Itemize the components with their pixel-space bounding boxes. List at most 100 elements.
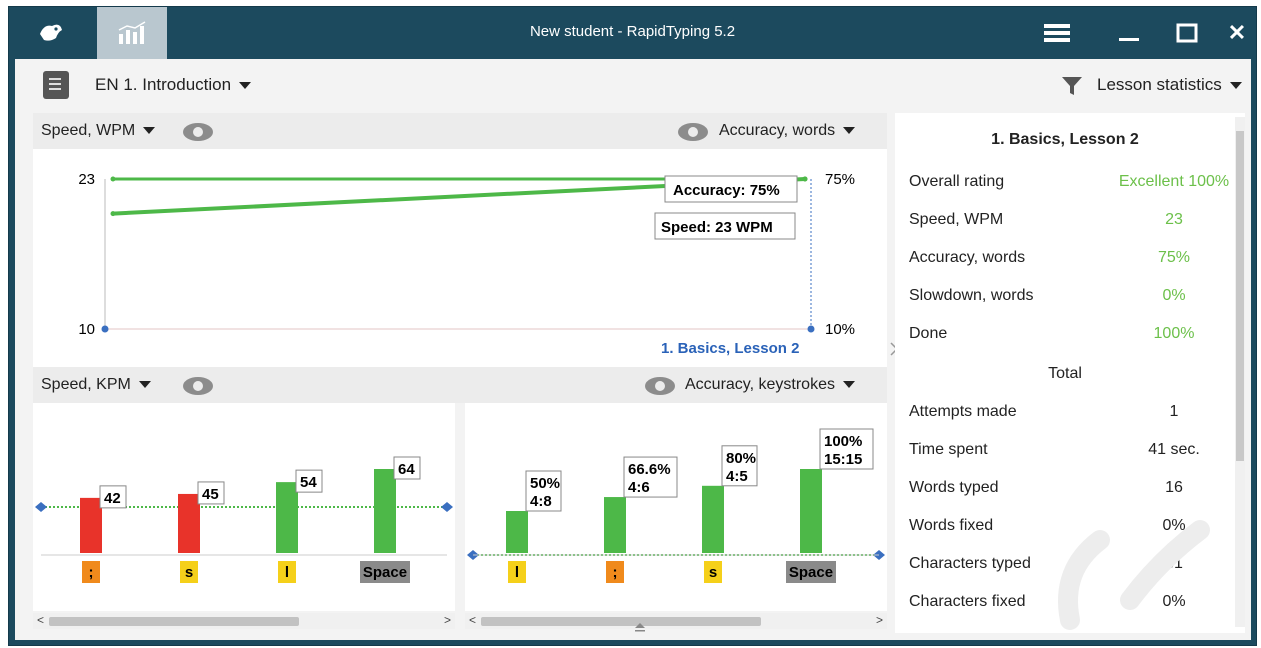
stat-label: Characters fixed (909, 593, 1026, 610)
main-content: EN 1. Introduction Lesson statistics Spe… (15, 59, 1251, 640)
scroll-right-icon[interactable]: > (444, 613, 451, 627)
bar-value-label: 100% (824, 433, 862, 450)
kpm-horizontal-scrollbar[interactable]: < > (33, 613, 455, 629)
speed-kpm-label: Speed, KPM (41, 376, 131, 393)
speed-point (110, 176, 116, 182)
accuracy-point (802, 176, 808, 182)
y-right-max-label: 75% (825, 171, 855, 188)
scrollbar-thumb[interactable] (481, 617, 761, 626)
bar (800, 469, 822, 553)
accuracy-bar-chart: 50%4:8 l 66.6%4:6; 80%4:5 s 100%15:15 Space (467, 428, 885, 583)
statistics-panel: 1. Basics, Lesson 2 Overall rating Excell… (895, 113, 1245, 633)
total-heading: Total (1048, 365, 1082, 382)
total-row: Characters typed 31 (909, 555, 1229, 593)
bar (178, 493, 200, 553)
lesson-book-icon[interactable] (43, 71, 69, 99)
lesson-dropdown[interactable]: EN 1. Introduction (95, 75, 252, 95)
stat-value: 0% (1162, 287, 1186, 304)
accuracy-words-dropdown[interactable]: Accuracy, words (719, 122, 856, 140)
speed-wpm-label: Speed, WPM (41, 122, 136, 139)
statistics-vertical-scrollbar[interactable] (1235, 117, 1245, 627)
bar-value-label: 45 (202, 486, 219, 503)
kpm-section-header: Speed, KPM Accuracy, keystrokes (33, 367, 887, 403)
axis-marker-left (101, 325, 109, 333)
scroll-right-icon[interactable]: > (876, 613, 883, 627)
minimize-icon[interactable] (1107, 7, 1151, 59)
charts-panel: Speed, WPM Accuracy, words 23 10 75% 10% (33, 113, 887, 633)
eye-icon[interactable] (678, 123, 708, 141)
bar-value-label: 42 (104, 490, 121, 507)
bar (702, 485, 724, 553)
y-left-min-label: 10 (78, 321, 95, 338)
chevron-down-icon (143, 127, 156, 135)
eye-icon[interactable] (183, 377, 213, 395)
stat-label: Slowdown, words (909, 287, 1034, 304)
stat-label: Time spent (909, 441, 988, 458)
y-left-max-label: 23 (78, 171, 95, 188)
stat-label: Overall rating (909, 173, 1005, 190)
lesson-x-label[interactable]: 1. Basics, Lesson 2 (661, 340, 799, 357)
bar-value-label: 4:5 (726, 468, 748, 485)
lesson-dropdown-label: EN 1. Introduction (95, 75, 232, 94)
chevron-down-icon (1229, 82, 1242, 90)
statistics-dropdown[interactable]: Lesson statistics (1097, 75, 1242, 95)
stat-value: 0% (1162, 593, 1186, 610)
speed-wpm-dropdown[interactable]: Speed, WPM (41, 122, 156, 140)
chevron-down-icon (842, 381, 855, 389)
scrollbar-thumb[interactable] (1236, 131, 1244, 461)
accuracy-keystrokes-label: Accuracy, keystrokes (685, 376, 835, 393)
chevron-down-icon (239, 82, 252, 90)
bar-value-label: 4:8 (530, 493, 552, 510)
hamburger-menu-icon[interactable] (1035, 7, 1079, 59)
speed-tooltip: Speed: 23 WPM (661, 219, 773, 236)
bar-value-label: 15:15 (824, 451, 862, 468)
reference-marker-right (441, 502, 453, 512)
key-label: l (285, 564, 289, 581)
stat-label: Words typed (909, 479, 999, 496)
bar (276, 482, 298, 553)
eye-icon[interactable] (645, 377, 675, 395)
eye-icon[interactable] (183, 123, 213, 141)
stat-label: Accuracy, words (909, 249, 1026, 266)
stat-value: 75% (1157, 249, 1191, 266)
chevron-down-icon (843, 127, 856, 135)
reference-marker-left (35, 502, 47, 512)
app-window: New student - RapidTyping 5.2 ✕ EN 1. In… (8, 6, 1257, 646)
title-bar: New student - RapidTyping 5.2 ✕ (9, 7, 1256, 59)
bar-value-label: 64 (398, 461, 415, 478)
filter-icon[interactable] (1061, 75, 1083, 97)
speed-accuracy-chart: 23 10 75% 10% Accuracy: 75% Speed: 23 WP… (33, 149, 887, 367)
kpm-bar-chart: 42; 45 s 54 l 64 Space (35, 456, 453, 583)
scroll-left-icon[interactable]: < (469, 613, 476, 627)
stat-row: Overall rating Excellent 100% (909, 173, 1229, 211)
stat-label: Done (909, 325, 948, 342)
bar-value-label: 66.6% (628, 461, 671, 478)
scroll-left-icon[interactable]: < (37, 613, 44, 627)
stat-value: 0% (1162, 517, 1186, 534)
speed-kpm-dropdown[interactable]: Speed, KPM (41, 376, 151, 394)
kpm-bar-chart-area: 42; 45 s 54 l 64 Space (33, 403, 455, 611)
accuracy-horizontal-scrollbar[interactable]: < > (465, 613, 887, 629)
chevron-down-icon (138, 381, 151, 389)
axis-marker-right (807, 325, 815, 333)
statistics-dropdown-label: Lesson statistics (1097, 75, 1222, 94)
stat-value: 100% (1153, 325, 1195, 342)
stat-label: Attempts made (909, 403, 1017, 420)
maximize-icon[interactable] (1165, 7, 1209, 59)
bar (506, 511, 528, 553)
stat-label: Words fixed (909, 517, 994, 534)
key-label: ; (89, 564, 94, 581)
accuracy-tooltip: Accuracy: 75% (673, 182, 780, 199)
total-row: Attempts made 1 (909, 403, 1229, 441)
speed-accuracy-line-chart: 23 10 75% 10% Accuracy: 75% Speed: 23 WP… (78, 171, 855, 357)
scrollbar-thumb[interactable] (49, 617, 299, 626)
stat-value: 31 (1165, 555, 1183, 572)
resize-grip-icon[interactable] (633, 619, 647, 632)
speed-section-header: Speed, WPM Accuracy, words (33, 113, 887, 149)
stat-value: 23 (1165, 211, 1183, 228)
key-label: s (185, 564, 193, 581)
stat-label: Characters typed (909, 555, 1031, 572)
close-icon[interactable]: ✕ (1219, 7, 1255, 59)
accuracy-keystrokes-dropdown[interactable]: Accuracy, keystrokes (685, 376, 855, 394)
toolbar: EN 1. Introduction Lesson statistics (15, 59, 1251, 111)
